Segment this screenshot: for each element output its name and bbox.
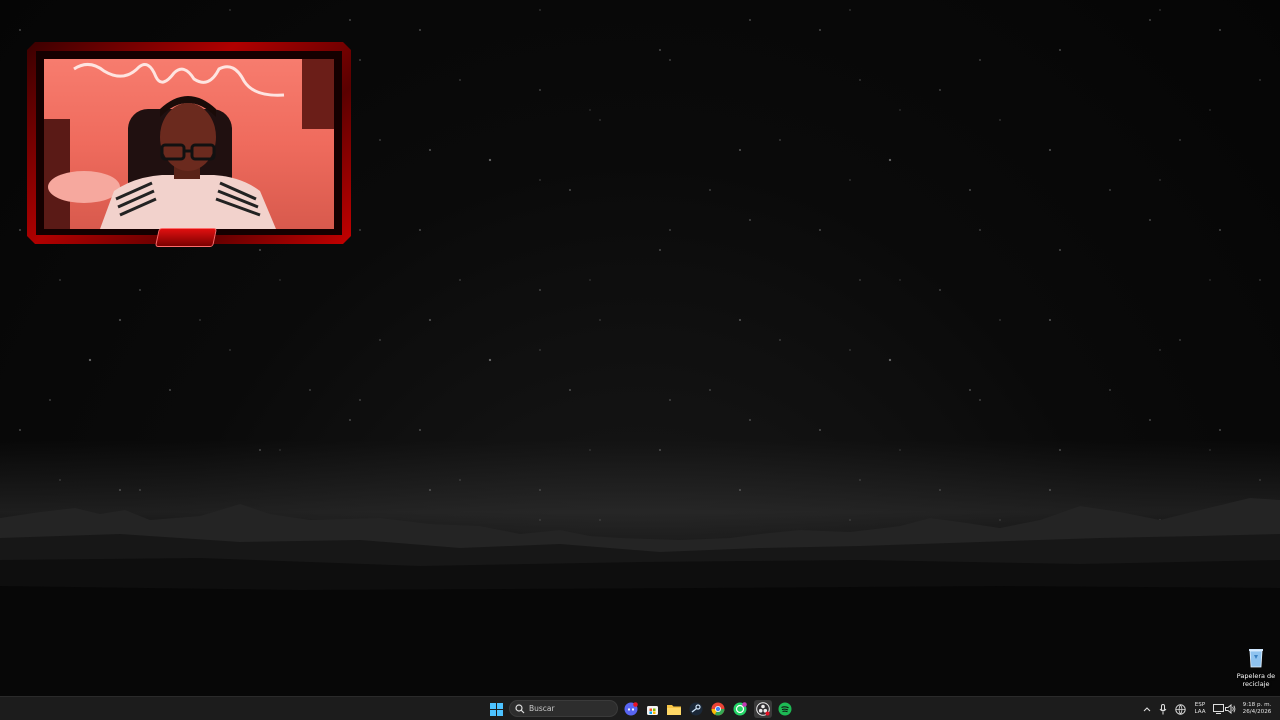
mountain-silhouette: [0, 498, 1280, 696]
file-explorer-icon[interactable]: [666, 701, 682, 717]
search-placeholder: Buscar: [529, 704, 555, 713]
steam-icon[interactable]: [688, 701, 704, 717]
webcam-video: [44, 59, 334, 229]
recycle-bin-icon: [1249, 649, 1263, 668]
recycle-bin-label-1: Papelera de: [1236, 672, 1276, 680]
webcam-overlay: [27, 42, 351, 247]
language-indicator[interactable]: ESP LAA: [1190, 702, 1210, 716]
search-icon: [515, 703, 525, 713]
spotify-icon[interactable]: [777, 701, 793, 717]
obs-icon[interactable]: [754, 700, 772, 718]
speaker-icon[interactable]: [1224, 701, 1236, 717]
clock-date: 26/4/2026: [1242, 709, 1272, 715]
discord-icon[interactable]: [623, 701, 639, 717]
recycle-bin-label-2: reciclaje: [1242, 680, 1270, 688]
taskbar-search-box[interactable]: Buscar: [509, 700, 618, 717]
clock-time: 9:18 p. m.: [1242, 702, 1272, 708]
streamer-figure: [44, 59, 334, 229]
microsoft-store-icon[interactable]: [644, 701, 660, 717]
webcam-logo-badge: [154, 228, 218, 247]
windows-start-icon[interactable]: [488, 701, 504, 717]
chevron-up-icon[interactable]: [1141, 701, 1153, 717]
microphone-icon[interactable]: [1157, 701, 1169, 717]
taskbar: Buscar ESP LAA 9:18 p. m. 26/4/2026: [0, 696, 1280, 720]
whatsapp-icon[interactable]: [732, 701, 748, 717]
network-icon[interactable]: [1173, 701, 1187, 717]
chrome-icon[interactable]: [710, 701, 726, 717]
clock[interactable]: 9:18 p. m. 26/4/2026: [1240, 702, 1274, 716]
desktop-wallpaper: Papelera de reciclaje: [0, 0, 1280, 696]
language-code: ESP: [1194, 702, 1206, 708]
display-icon[interactable]: [1212, 701, 1224, 717]
keyboard-layout: LAA: [1194, 709, 1206, 715]
recycle-bin-shortcut[interactable]: Papelera de reciclaje: [1234, 646, 1278, 692]
